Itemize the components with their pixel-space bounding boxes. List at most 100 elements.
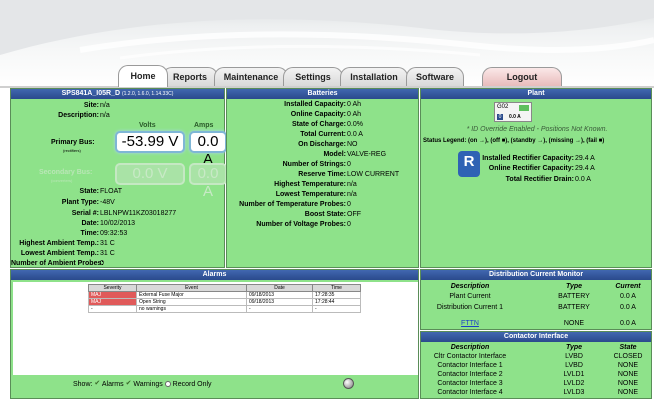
contactor-row-description: Cltr Contactor Interface [433, 353, 507, 360]
date-value: 10/02/2013 [100, 220, 136, 227]
contactor-row-state: NONE [617, 389, 639, 396]
secondary-bus-label: Secondary Bus: [39, 169, 93, 176]
tab-software[interactable]: Software [406, 67, 464, 87]
battery-row-label: Total Current: [300, 131, 346, 138]
battery-row-value: 0.0 A [347, 131, 363, 138]
alarms-checkbox-icon[interactable]: ✔ [94, 380, 100, 388]
battery-row-value: 0.0% [347, 121, 363, 128]
contactor-row-type: LVLD1 [563, 371, 585, 378]
dist-col-description: Description [450, 283, 490, 290]
filter-warnings-label[interactable]: Warnings [133, 381, 162, 388]
rectifier-drain-label: Total Rectifier Drain: [505, 176, 574, 183]
tab-logout[interactable]: Logout [482, 67, 562, 87]
alarm-row[interactable]: - no warnings - - [88, 305, 361, 313]
contactor-row-state: NONE [617, 380, 639, 387]
battery-row-value: n/a [347, 181, 357, 188]
installed-capacity-label: Installed Rectifier Capacity: [482, 155, 574, 162]
lowest-ambient-label: Lowest Ambient Temp.: [20, 250, 99, 257]
alarms-col-event[interactable]: Event [136, 284, 247, 292]
lowest-ambient-value: 31 C [100, 250, 115, 257]
secondary-bus-sub: (converters) [51, 178, 73, 183]
tab-maintenance[interactable]: Maintenance [214, 67, 288, 87]
rectifier-id: G02 [497, 104, 509, 110]
rectifier-drain-value: 0.0 A [575, 176, 591, 183]
contactor-table: Description Type State Cltr Contactor In… [421, 344, 653, 399]
alarms-table-body: MAJ External Fuse Major 09/18/2013 17:28:35… [88, 291, 361, 313]
state-value: FLOAT [100, 188, 123, 195]
battery-row-label: On Discharge: [298, 141, 346, 148]
tab-reports[interactable]: Reports [162, 67, 218, 87]
record-only-radio-icon[interactable] [164, 381, 171, 387]
battery-row-value: 0 [347, 221, 351, 228]
dist-row-fttn-link[interactable]: FTTN [421, 320, 519, 328]
online-capacity-value: 29.4 A [575, 165, 595, 172]
dist-col-current: Current [615, 283, 641, 290]
system-panel: SPS841A_I05R_D (1.2.0, 1.6.0, 1.14.33C) … [10, 88, 227, 268]
contactor-row-state: CLOSED [613, 353, 643, 360]
distribution-table: Description Type Current Plant Current BA… [421, 283, 653, 329]
batteries-panel-title: Batteries [227, 89, 418, 99]
date-label: Date: [81, 220, 99, 227]
primary-bus-sub: (rectifiers) [63, 148, 81, 153]
battery-row-label: Number of Temperature Probes: [239, 201, 346, 208]
warnings-checkbox-icon[interactable]: ✔ [126, 380, 132, 388]
contactor-row-state: NONE [617, 362, 639, 369]
contactor-row-type: LVLD3 [563, 389, 585, 396]
alarm-date: 09/18/2013 [246, 291, 313, 299]
filter-alarms-label[interactable]: Alarms [102, 381, 124, 388]
secondary-volts-display: 0.0 V [115, 163, 185, 185]
plant-panel-title: Plant [421, 89, 651, 99]
tab-installation[interactable]: Installation [340, 67, 408, 87]
refresh-icon[interactable] [343, 378, 354, 389]
secondary-amps-display: 0.0 A [189, 163, 227, 200]
ambient-probes-label: Number of Ambient Probes: [11, 260, 104, 267]
tab-settings[interactable]: Settings [283, 67, 343, 87]
alarm-severity: MAJ [88, 298, 137, 306]
battery-row-value: NO [347, 141, 358, 148]
alarm-severity: - [88, 305, 137, 313]
alarms-table: Severity Event Date Time MAJ External Fus… [88, 284, 361, 313]
state-label: State: [79, 188, 99, 195]
alarms-col-date[interactable]: Date [246, 284, 313, 292]
battery-row-label: Online Capacity: [290, 111, 346, 118]
dist-row-description: Plant Current [449, 293, 491, 300]
alarm-row[interactable]: MAJ External Fuse Major 09/18/2013 17:28:35 [88, 291, 361, 299]
battery-row-value: OFF [347, 211, 361, 218]
show-label: Show: [73, 380, 93, 388]
alarms-col-time[interactable]: Time [312, 284, 361, 292]
description-value: n/a [100, 112, 110, 119]
dist-row-description: Distribution Current 1 [436, 304, 504, 311]
battery-row-label: Reserve Time: [298, 171, 346, 178]
rectifier-status-icon [519, 105, 529, 111]
alarm-event: External Fuse Major [136, 291, 247, 299]
distribution-panel: Distribution Current Monitor Description… [420, 269, 652, 330]
tab-home[interactable]: Home [118, 65, 168, 87]
alarms-col-severity[interactable]: Severity [88, 284, 137, 292]
battery-row-label: State of Charge: [291, 121, 346, 128]
contactor-col-description: Description [450, 344, 490, 351]
highest-ambient-label: Highest Ambient Temp.: [19, 240, 99, 247]
site-label: Site: [83, 102, 99, 109]
system-version: (1.2.0, 1.6.0, 1.14.33C) [121, 91, 174, 97]
system-name: SPS841A_I05R_D [61, 90, 120, 97]
rectifier-number: 0 [497, 114, 503, 120]
contactor-col-type: Type [565, 344, 583, 351]
ambient-probes-value: 0 [100, 260, 104, 267]
contactor-row-state: NONE [617, 371, 639, 378]
id-override-note: * ID Override Enabled - Positions Not Kn… [466, 126, 608, 133]
alarms-panel: Alarms Severity Event Date Time MAJ Exter… [10, 269, 419, 399]
filter-record-only-label[interactable]: Record Only [173, 381, 212, 388]
contactor-col-state: State [619, 344, 637, 351]
primary-amps-display: 0.0 A [189, 131, 227, 168]
alarm-row[interactable]: MAJ Open String 09/18/2013 17:28:44 [88, 298, 361, 306]
plant-type-value: -48V [100, 199, 115, 206]
battery-row-label: Number of Strings: [282, 161, 346, 168]
battery-row-label: Highest Temperature: [274, 181, 346, 188]
volts-header: Volts [139, 122, 156, 129]
serial-value: LBLNPW11KZ03018277 [100, 210, 177, 217]
dist-row-type: BATTERY [558, 304, 590, 311]
system-panel-title: SPS841A_I05R_D (1.2.0, 1.6.0, 1.14.33C) [11, 89, 224, 99]
rectifier-amps: 0.0 A [509, 114, 521, 120]
rectifier-tile[interactable]: G02 0 0.0 A [494, 102, 532, 122]
alarms-list-area: Severity Event Date Time MAJ External Fus… [13, 282, 418, 375]
